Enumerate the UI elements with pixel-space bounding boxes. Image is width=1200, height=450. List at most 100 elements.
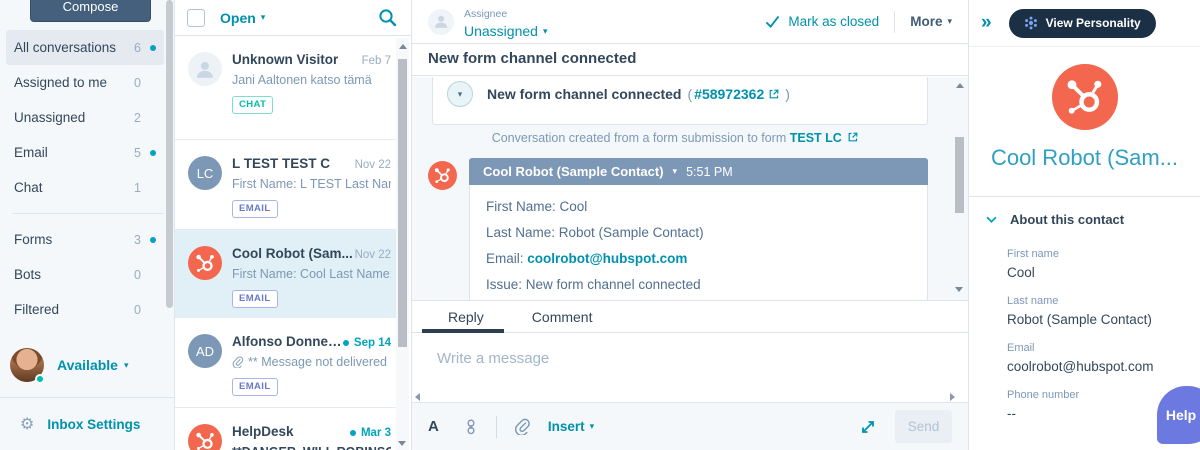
composer-toolbar: A Insert ▾ Send	[412, 402, 968, 450]
nav-count: 5	[134, 145, 141, 160]
message-editor[interactable]: Write a message	[412, 334, 968, 392]
field-value: Robot (Sample Contact)	[1007, 312, 1152, 327]
ticket-link[interactable]: #58972362	[694, 86, 764, 102]
message-time: 5:51 PM	[686, 164, 733, 179]
send-button[interactable]: Send	[895, 410, 952, 443]
field-value: Cool	[1007, 265, 1035, 280]
scroll-up-arrow[interactable]	[955, 83, 964, 88]
conversation-item[interactable]: HelpDesk Mar 3 **DANGER, WILL ROBINSON!.…	[175, 408, 397, 450]
contact-avatar: AD	[188, 334, 222, 368]
inbox-views-nav: All conversations 6 Assigned to me 0 Una…	[6, 30, 164, 327]
sidebar-item-forms[interactable]: Forms 3	[6, 222, 164, 257]
collapse-panel-icon[interactable]: »	[981, 12, 992, 34]
tab-reply[interactable]: Reply	[448, 309, 484, 325]
caret-down-icon: ▾	[457, 88, 463, 99]
scrollbar-thumb[interactable]	[955, 137, 964, 213]
nav-label: Forms	[14, 232, 53, 247]
sidebar-item-assigned-to-me[interactable]: Assigned to me 0	[6, 65, 164, 100]
user-avatar	[10, 348, 45, 384]
nav-count: 0	[134, 302, 141, 317]
sidebar-item-filtered[interactable]: Filtered 0	[6, 292, 164, 327]
scrollbar-thumb[interactable]	[398, 59, 407, 347]
scroll-up-arrow[interactable]	[398, 44, 407, 49]
form-link[interactable]: TEST LC	[790, 131, 842, 145]
conversation-list: Open ▾ Unknown Visitor Feb 7 Jani Aalton…	[175, 0, 412, 450]
conversation-item[interactable]: AD Alfonso Donnelly Sep 14 ** Message no…	[175, 318, 397, 408]
sidebar-item-unassigned[interactable]: Unassigned 2	[6, 100, 164, 135]
conversation-list-scrollbar[interactable]	[396, 38, 409, 450]
message-line: Last Name: Robot (Sample Contact)	[486, 225, 704, 240]
conversation-item-selected[interactable]: Cool Robot (Sam... Nov 22 First Name: Co…	[175, 230, 397, 318]
compose-button[interactable]: Compose	[30, 0, 151, 22]
sender-caret-down-icon[interactable]: ▾	[673, 167, 678, 176]
expand-editor-icon[interactable]	[860, 419, 876, 435]
email-link[interactable]: coolrobot@hubspot.com	[527, 251, 687, 266]
divider	[894, 10, 896, 33]
inbox-sidebar: Compose All conversations 6 Assigned to …	[0, 0, 175, 450]
composer-placeholder: Write a message	[437, 350, 550, 367]
active-tab-underline	[422, 329, 504, 333]
sidebar-scrollbar[interactable]	[166, 0, 173, 308]
insert-dropdown[interactable]: Insert ▾	[548, 419, 594, 434]
assignee-label: Assignee	[464, 7, 508, 20]
about-contact-toggle[interactable]: About this contact	[969, 212, 1200, 227]
view-personality-button[interactable]: View Personality	[1008, 8, 1156, 38]
link-icon[interactable]	[463, 419, 479, 435]
scroll-right-arrow[interactable]	[950, 393, 955, 401]
message-line: Issue: New form channel connected	[486, 277, 701, 292]
availability-dropdown[interactable]: Available ▾	[10, 348, 129, 384]
field-value: coolrobot@hubspot.com	[1007, 359, 1154, 374]
contact-field: First name Cool	[1007, 248, 1200, 280]
help-button[interactable]: Help	[1157, 386, 1200, 444]
status-filter-label: Open	[220, 9, 256, 26]
gear-icon: ⚙	[20, 416, 35, 433]
conversation-item[interactable]: LC L TEST TEST C Nov 22 First Name: L TE…	[175, 140, 397, 230]
check-icon	[766, 15, 780, 28]
visitor-avatar	[188, 52, 222, 86]
panel-divider	[969, 196, 1200, 197]
inbox-settings-link[interactable]: ⚙ Inbox Settings	[0, 397, 174, 450]
sidebar-item-email[interactable]: Email 5	[6, 135, 164, 170]
mark-as-closed-button[interactable]: Mark as closed	[765, 14, 879, 29]
nav-count: 3	[134, 232, 141, 247]
conversation-preview: Jani Aaltonen katso tämä	[232, 73, 372, 87]
scroll-left-arrow[interactable]	[415, 393, 420, 401]
scroll-down-arrow[interactable]	[398, 441, 406, 446]
nav-divider	[12, 213, 164, 214]
nav-count: 0	[134, 267, 141, 282]
nav-label: Bots	[14, 267, 42, 282]
message-bubble: Cool Robot (Sample Contact) ▾ 5:51 PM Fi…	[469, 158, 928, 300]
caret-down-icon: ▾	[947, 16, 952, 26]
thread-scrollbar[interactable]	[953, 81, 966, 296]
assignee-dropdown[interactable]: Unassigned ▾	[464, 23, 547, 41]
search-icon[interactable]	[378, 8, 397, 27]
sidebar-item-all-conversations[interactable]: All conversations 6	[6, 30, 164, 65]
thread-panel: Assignee Unassigned ▾ Mark as closed Mor…	[412, 0, 968, 450]
nav-label: Email	[14, 145, 48, 160]
thread-header: Assignee Unassigned ▾ Mark as closed Mor…	[412, 0, 968, 44]
system-event-card: ▾ New form channel connected ( #58972362…	[432, 77, 928, 125]
external-link-icon	[848, 132, 858, 142]
collapse-event-button[interactable]: ▾	[447, 81, 473, 107]
more-dropdown[interactable]: More ▾	[910, 14, 952, 29]
message-line: Email: coolrobot@hubspot.com	[486, 251, 688, 266]
channel-badge: EMAIL	[232, 290, 278, 308]
scroll-down-arrow[interactable]	[955, 287, 963, 292]
message-body: First Name: Cool Last Name: Robot (Sampl…	[469, 185, 928, 300]
unread-dot	[349, 430, 356, 436]
conversation-name: Unknown Visitor	[232, 52, 339, 67]
conversation-list-header: Open ▾	[175, 0, 411, 36]
tab-comment[interactable]: Comment	[532, 309, 593, 325]
contact-logo-avatar	[1051, 64, 1118, 130]
sidebar-item-bots[interactable]: Bots 0	[6, 257, 164, 292]
sidebar-item-chat[interactable]: Chat 1	[6, 170, 164, 205]
text-format-button[interactable]: A	[428, 418, 439, 435]
attach-file-icon[interactable]	[514, 418, 531, 435]
select-all-checkbox[interactable]	[187, 8, 205, 27]
nav-label: All conversations	[14, 40, 117, 55]
status-filter-dropdown[interactable]: Open ▾	[220, 10, 265, 26]
contact-panel-header: » View Personality	[969, 0, 1200, 47]
message-bubble-header: Cool Robot (Sample Contact) ▾ 5:51 PM	[469, 158, 928, 185]
conversation-item[interactable]: Unknown Visitor Feb 7 Jani Aaltonen kats…	[175, 36, 397, 140]
editor-horizontal-scrollbar[interactable]	[412, 392, 968, 402]
